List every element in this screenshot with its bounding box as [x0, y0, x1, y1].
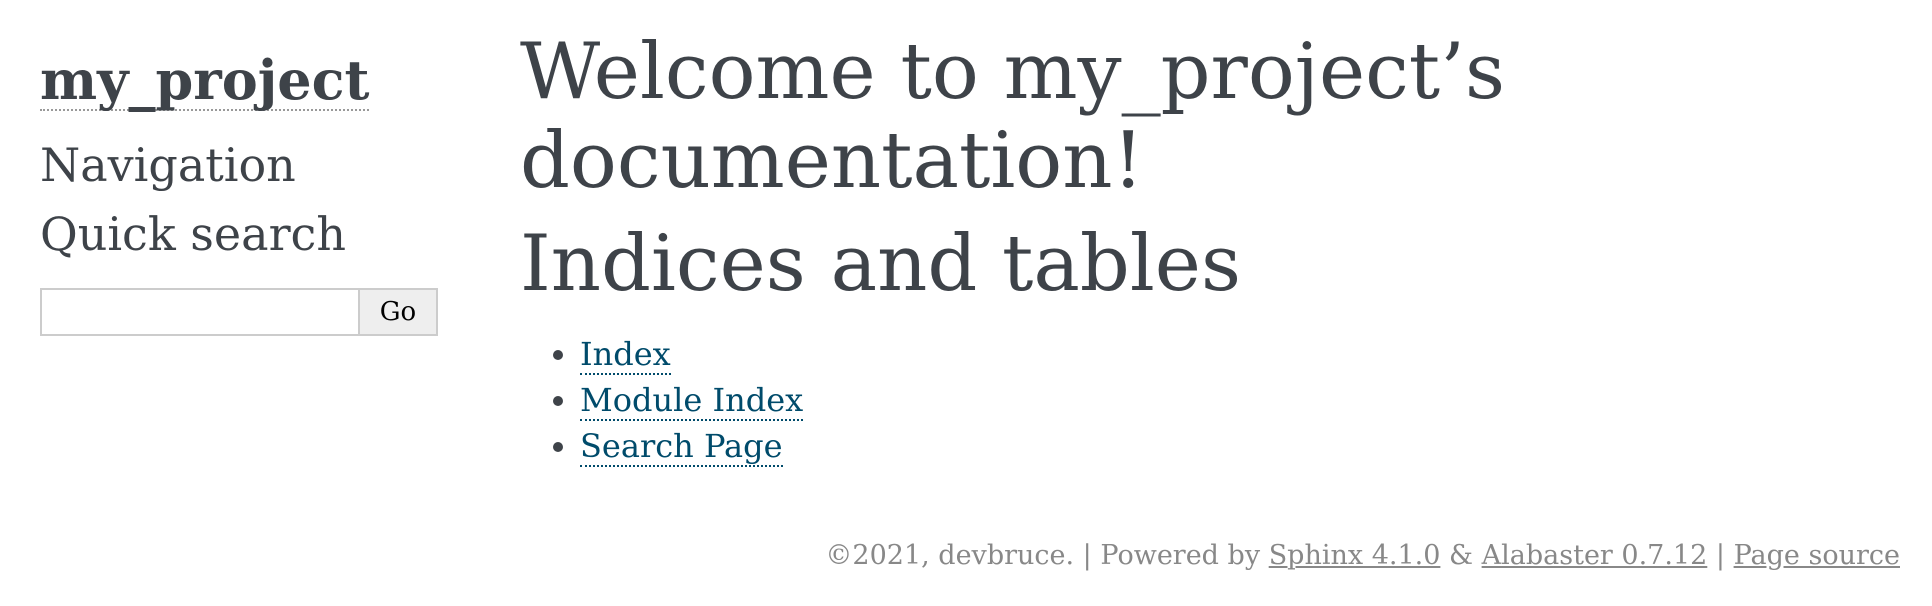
search-form: Go	[40, 287, 460, 336]
indices-list: Index Module Index Search Page	[520, 331, 1820, 469]
search-input[interactable]	[40, 287, 358, 336]
list-item: Index	[580, 331, 1820, 377]
search-page-link[interactable]: Search Page	[580, 426, 783, 467]
section-title: Indices and tables	[520, 218, 1241, 309]
footer-copyright: ©2021, devbruce.	[825, 540, 1075, 571]
main-content: Welcome to my_project’s documentation! I…	[520, 28, 1820, 469]
index-link[interactable]: Index	[580, 334, 671, 375]
list-item: Search Page	[580, 423, 1820, 469]
alabaster-link[interactable]: Alabaster 0.7.12	[1482, 540, 1708, 571]
sidebar: my_project Navigation Quick search Go	[40, 52, 460, 336]
quick-search-heading: Quick search	[40, 207, 346, 262]
footer-separator: |	[1082, 540, 1092, 571]
sphinx-link[interactable]: Sphinx 4.1.0	[1269, 540, 1441, 571]
project-logo-link[interactable]: my_project	[40, 52, 370, 111]
module-index-link[interactable]: Module Index	[580, 380, 804, 421]
page-source-link[interactable]: Page source	[1734, 540, 1900, 571]
navigation-heading: Navigation	[40, 137, 296, 192]
footer-ampersand: &	[1448, 540, 1474, 571]
footer: ©2021, devbruce. | Powered by Sphinx 4.1…	[825, 540, 1900, 571]
page-title: Welcome to my_project’s documentation!	[520, 27, 1505, 206]
footer-separator: |	[1715, 540, 1725, 571]
go-button[interactable]: Go	[358, 287, 438, 336]
footer-powered-by: Powered by	[1100, 540, 1261, 571]
list-item: Module Index	[580, 377, 1820, 423]
